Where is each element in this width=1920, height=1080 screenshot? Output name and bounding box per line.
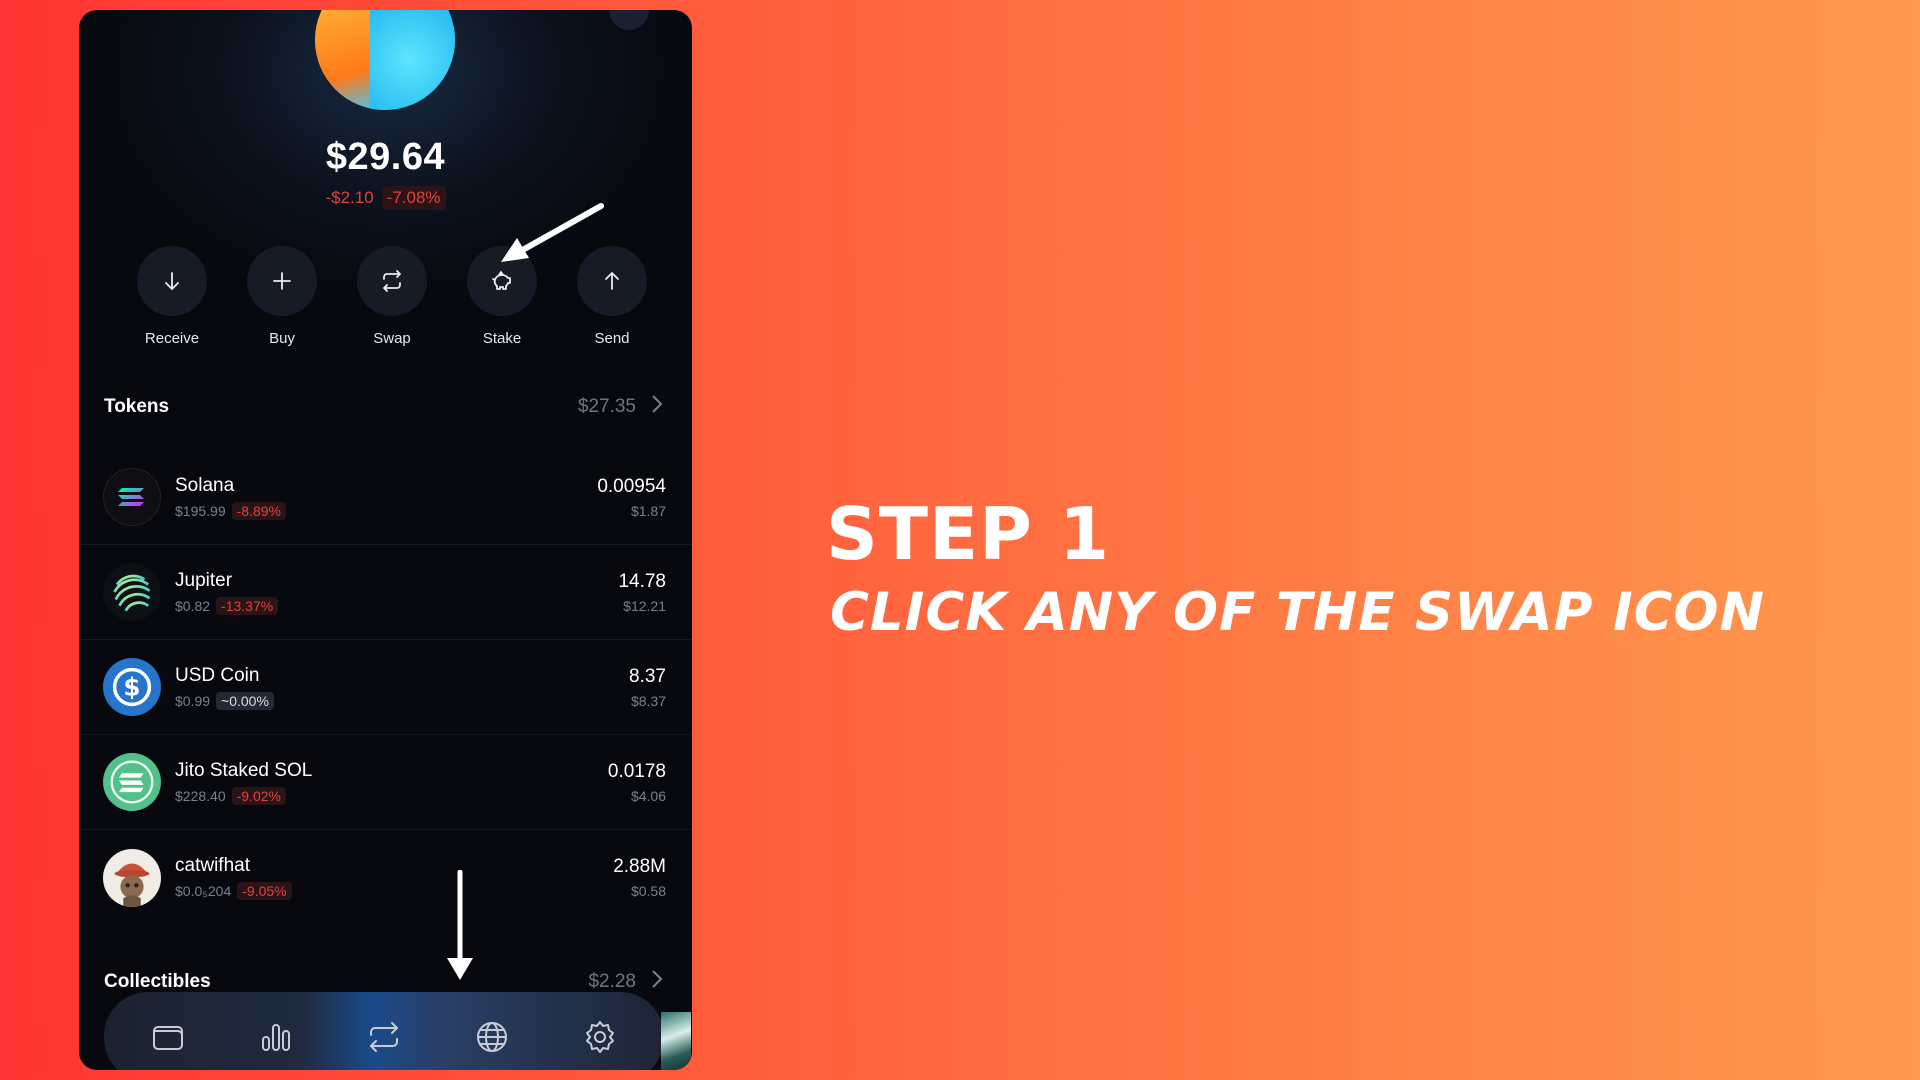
token-amount: 2.88M xyxy=(613,856,666,877)
swap-icon xyxy=(370,1022,398,1052)
token-value: $8.37 xyxy=(630,692,666,709)
nav-swap[interactable] xyxy=(354,1007,414,1067)
catwifhat-icon xyxy=(103,848,161,907)
arrow-down-icon[interactable] xyxy=(137,246,207,316)
phone-screen: $29.64 -$2.10 -7.08% Receive Buy Swap St… xyxy=(79,10,692,1070)
balance-change-amount: -$2.10 xyxy=(325,188,374,207)
token-amount: 14.78 xyxy=(618,570,666,592)
send-label: Send xyxy=(594,330,630,347)
token-list: Solana $195.99 -8.89% 0.00954 $1.87 Jupi… xyxy=(79,450,692,925)
collectibles-total: $2.28 xyxy=(588,971,636,992)
token-value: $0.58 xyxy=(630,883,666,899)
solana-icon xyxy=(103,468,161,526)
receive-label: Receive xyxy=(144,330,200,347)
token-price: $228.40 xyxy=(175,787,226,804)
token-name: Jupiter xyxy=(175,569,233,591)
token-name: catwifhat xyxy=(175,855,250,876)
swap-button[interactable]: Swap xyxy=(357,246,427,347)
token-value: $12.21 xyxy=(623,597,666,614)
usd-coin-icon: $ xyxy=(103,658,161,716)
step-title: STEP 1 xyxy=(826,492,1111,576)
collectibles-title: Collectibles xyxy=(104,971,211,992)
wallet-balance: $29.64 xyxy=(325,136,446,178)
svg-text:$: $ xyxy=(123,673,140,702)
token-amount: 0.00954 xyxy=(597,475,666,497)
wallet-icon xyxy=(153,1026,183,1050)
nav-explore[interactable] xyxy=(462,1007,522,1067)
plus-icon[interactable] xyxy=(247,246,317,316)
token-name: USD Coin xyxy=(175,664,260,686)
jito-staked-sol-icon xyxy=(103,753,161,811)
list-item[interactable]: catwifhat $0.0₅204 -9.05% 2.88M $0.58 xyxy=(79,830,692,925)
pointer-arrow-swap xyxy=(501,203,604,262)
stake-label: Stake xyxy=(482,330,522,347)
nav-wallet[interactable] xyxy=(138,1007,198,1067)
receive-button[interactable]: Receive xyxy=(137,246,207,347)
collectible-thumbnail[interactable] xyxy=(661,1012,691,1070)
tokens-header[interactable]: Tokens $27.35 xyxy=(104,394,664,420)
buy-label: Buy xyxy=(269,330,295,347)
buy-button[interactable]: Buy xyxy=(247,246,317,347)
tokens-total-group: $27.35 xyxy=(578,394,664,420)
token-price: $195.99 xyxy=(175,502,226,519)
swap-label: Swap xyxy=(373,330,411,347)
chevron-right-icon[interactable] xyxy=(650,969,664,995)
token-change: -13.37% xyxy=(216,596,279,615)
token-price: $0.0₅204 xyxy=(175,883,232,899)
step-instruction: CLICK ANY OF THE SWAP ICON xyxy=(830,582,1765,643)
list-item[interactable]: $ USD Coin $0.99 ~0.00% 8.37 $8.37 xyxy=(79,640,692,735)
token-change: ~0.00% xyxy=(216,691,274,710)
swap-icon[interactable] xyxy=(357,246,427,316)
balance-change-percent: -7.08% xyxy=(381,186,446,210)
bottom-nav xyxy=(104,992,664,1070)
list-item[interactable]: Jupiter $0.82 -13.37% 14.78 $12.21 xyxy=(79,545,692,640)
token-amount: 0.0178 xyxy=(607,760,666,782)
token-change: -9.02% xyxy=(231,786,286,805)
chevron-right-icon[interactable] xyxy=(650,394,664,420)
token-price: $0.82 xyxy=(175,597,211,614)
token-name: Jito Staked SOL xyxy=(175,759,313,781)
account-avatar[interactable] xyxy=(315,10,455,110)
chart-bars-icon xyxy=(262,1024,290,1051)
list-item[interactable]: Jito Staked SOL $228.40 -9.02% 0.0178 $4… xyxy=(79,735,692,830)
globe-icon xyxy=(477,1022,507,1052)
gear-icon xyxy=(586,1021,614,1053)
nav-activity[interactable] xyxy=(246,1007,306,1067)
nav-settings[interactable] xyxy=(570,1007,630,1067)
tokens-total: $27.35 xyxy=(577,396,636,417)
tokens-title: Tokens xyxy=(104,396,170,417)
token-value: $4.06 xyxy=(630,787,666,804)
token-change: -8.89% xyxy=(231,501,286,520)
jupiter-icon xyxy=(103,563,161,621)
token-name: Solana xyxy=(175,474,235,496)
token-change: -9.05% xyxy=(237,882,292,900)
token-price: $0.99 xyxy=(175,692,211,709)
token-value: $1.87 xyxy=(630,502,666,519)
list-item[interactable]: Solana $195.99 -8.89% 0.00954 $1.87 xyxy=(79,450,692,545)
pointer-arrow-nav-swap xyxy=(447,870,473,980)
token-amount: 8.37 xyxy=(629,665,666,687)
